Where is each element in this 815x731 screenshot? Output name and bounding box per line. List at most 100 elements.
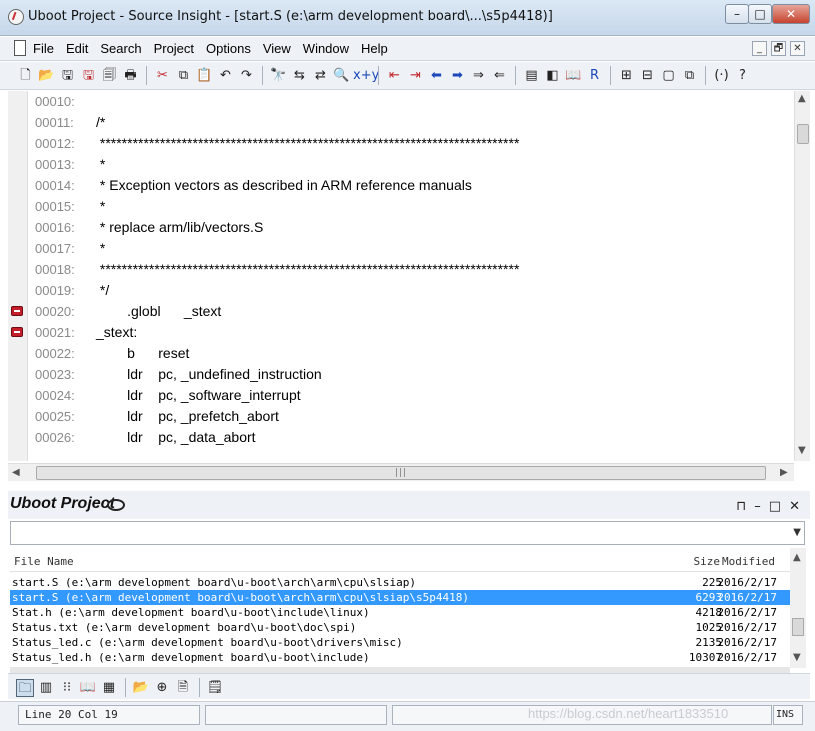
code-line[interactable]: 00010: <box>35 91 96 112</box>
code-line[interactable]: 00023: ldr pc, _undefined_instruction <box>35 364 322 385</box>
close-file-icon[interactable]: 🗐 <box>100 66 119 85</box>
doc-restore-button[interactable]: 🗗 <box>771 41 786 56</box>
editor-vertical-scrollbar[interactable]: ▲ ▼ <box>794 91 810 461</box>
find-next-icon[interactable]: ⇄ <box>311 66 330 85</box>
editor-gutter[interactable] <box>8 91 28 461</box>
code-line[interactable]: 00019: */ <box>35 280 109 301</box>
code-line[interactable]: 00018: *********************************… <box>35 259 519 280</box>
doc-icon[interactable]: 🗎 <box>174 679 192 697</box>
editor-hscroll-thumb[interactable]: ||| <box>36 466 766 480</box>
undo-icon[interactable]: ↶ <box>216 66 235 85</box>
code-line[interactable]: 00015: * <box>35 196 105 217</box>
bookmark-icon[interactable] <box>11 306 23 316</box>
column-file-name[interactable]: File Name <box>14 555 74 568</box>
param-icon[interactable]: (·) <box>712 66 731 85</box>
search-files-icon[interactable]: 🔍 <box>332 66 351 85</box>
menu-window[interactable]: Window <box>303 41 349 56</box>
print-icon[interactable]: 🖶 <box>121 66 140 85</box>
jump-out-icon[interactable]: ⇐ <box>490 66 509 85</box>
code-line[interactable]: 00017: * <box>35 238 105 259</box>
symbol-window-icon[interactable]: ▤ <box>522 66 541 85</box>
file-row[interactable]: start.S (e:\arm development board\u-boot… <box>10 575 790 590</box>
scroll-left-arrow-icon[interactable]: ◀ <box>12 467 20 478</box>
file-filter-input[interactable]: ▼ <box>10 521 805 545</box>
column-modified[interactable]: Modified <box>722 555 775 568</box>
maximize-button[interactable]: □ <box>748 4 772 24</box>
document-icon[interactable] <box>14 40 26 56</box>
save-all-icon[interactable]: 🖫 <box>79 66 98 85</box>
find-icon[interactable]: 🔭 <box>269 66 288 85</box>
scroll-up-arrow-icon[interactable]: ▲ <box>798 93 806 104</box>
menu-file[interactable]: File <box>33 41 54 56</box>
code-line[interactable]: 00014: * Exception vectors as described … <box>35 175 472 196</box>
new-icon[interactable]: 🗋 <box>16 66 35 85</box>
symbol-list-icon[interactable]: ▥ <box>37 679 55 697</box>
back-icon[interactable]: ⬅ <box>427 66 446 85</box>
forward-icon[interactable]: ➡ <box>448 66 467 85</box>
panel-pin-button[interactable]: ⊓ <box>736 499 746 514</box>
menu-search[interactable]: Search <box>100 41 141 56</box>
open-icon[interactable]: 📂 <box>37 66 56 85</box>
code-line[interactable]: 00026: ldr pc, _data_abort <box>35 427 256 448</box>
redo-icon[interactable]: ↷ <box>237 66 256 85</box>
menu-project[interactable]: Project <box>154 41 194 56</box>
panel-close-button[interactable]: ✕ <box>789 499 800 514</box>
bookmark-icon[interactable] <box>11 327 23 337</box>
panel-maximize-button[interactable]: □ <box>769 499 781 514</box>
menu-view[interactable]: View <box>263 41 291 56</box>
file-list-scrollbar[interactable]: ▲ ▼ <box>790 548 806 668</box>
bookmark-prev-icon[interactable]: ⇤ <box>385 66 404 85</box>
editor-scroll-thumb[interactable] <box>797 124 809 144</box>
code-line[interactable]: 00013: * <box>35 154 105 175</box>
menu-help[interactable]: Help <box>361 41 388 56</box>
code-line[interactable]: 00012: *********************************… <box>35 133 519 154</box>
browse-icon[interactable]: 📖 <box>564 66 583 85</box>
lookup-icon[interactable]: ◧ <box>543 66 562 85</box>
book-icon[interactable]: 📖 <box>79 679 97 697</box>
tile-icon[interactable]: ⊞ <box>617 66 636 85</box>
add-file-icon[interactable]: ⊕ <box>153 679 171 697</box>
file-row[interactable]: Stat.h (e:\arm development board\u-boot\… <box>10 605 790 620</box>
panel-minimize-button[interactable]: – <box>754 499 761 514</box>
copy-icon[interactable]: ⧉ <box>174 66 193 85</box>
folder-open-icon[interactable]: 📂 <box>132 679 150 697</box>
file-row[interactable]: Status_led.h (e:\arm development board\u… <box>10 650 790 665</box>
help-icon[interactable]: ? <box>733 66 752 85</box>
relation-icon[interactable]: R <box>585 66 604 85</box>
code-line[interactable]: 00020: .globl _stext <box>35 301 221 322</box>
cut-icon[interactable]: ✂ <box>153 66 172 85</box>
list-scroll-down-icon[interactable]: ▼ <box>793 652 801 663</box>
cascade-icon[interactable]: ⧉ <box>680 66 699 85</box>
editor-horizontal-scrollbar[interactable]: ◀ ||| ▶ <box>8 463 794 481</box>
color-icon[interactable]: ▦ <box>100 679 118 697</box>
file-row[interactable]: start.S (e:\arm development board\u-boot… <box>10 590 790 605</box>
save-icon[interactable]: 🖫 <box>58 66 77 85</box>
paste-icon[interactable]: 📋 <box>195 66 214 85</box>
file-row[interactable]: Status.txt (e:\arm development board\u-b… <box>10 620 790 635</box>
replace-icon[interactable]: x+y <box>353 66 379 85</box>
code-line[interactable]: 00022: b reset <box>35 343 189 364</box>
code-line[interactable]: 00021: _stext: <box>35 322 137 343</box>
code-line[interactable]: 00011: /* <box>35 112 105 133</box>
find-prev-icon[interactable]: ⇆ <box>290 66 309 85</box>
window-icon[interactable]: ▢ <box>659 66 678 85</box>
properties-icon[interactable]: 🗒 <box>206 679 224 697</box>
list-scroll-up-icon[interactable]: ▲ <box>793 552 801 563</box>
code-line[interactable]: 00016: * replace arm/lib/vectors.S <box>35 217 263 238</box>
menu-options[interactable]: Options <box>206 41 251 56</box>
minimize-button[interactable]: – <box>725 4 749 24</box>
source-insight-app-icon[interactable] <box>8 9 24 25</box>
doc-minimize-button[interactable]: _ <box>752 41 767 56</box>
close-button[interactable]: ✕ <box>772 4 810 24</box>
menu-edit[interactable]: Edit <box>66 41 88 56</box>
scroll-right-arrow-icon[interactable]: ▶ <box>780 467 788 478</box>
code-editor[interactable]: 00010: 00011:/* 00012: *******************… <box>8 91 793 461</box>
scroll-down-arrow-icon[interactable]: ▼ <box>798 445 806 456</box>
split-icon[interactable]: ⊟ <box>638 66 657 85</box>
bookmark-next-icon[interactable]: ⇥ <box>406 66 425 85</box>
code-line[interactable]: 00025: ldr pc, _prefetch_abort <box>35 406 279 427</box>
file-row[interactable]: Status_led.c (e:\arm development board\u… <box>10 635 790 650</box>
doc-close-button[interactable]: ✕ <box>790 41 805 56</box>
list-scroll-thumb[interactable] <box>792 618 804 636</box>
code-line[interactable]: 00024: ldr pc, _software_interrupt <box>35 385 301 406</box>
